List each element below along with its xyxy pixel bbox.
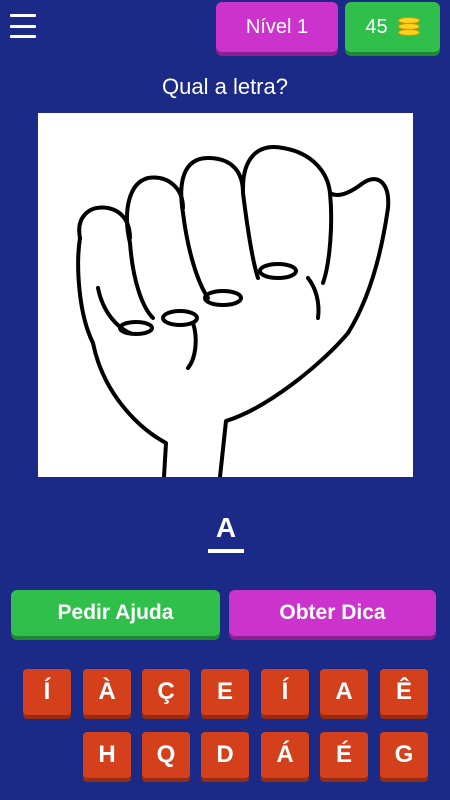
letter-key[interactable]: Í [261, 669, 309, 715]
letter-key[interactable]: Q [142, 732, 190, 778]
letter-key[interactable]: Í [23, 669, 71, 715]
level-button[interactable]: Nível 1 [216, 2, 338, 52]
get-hint-label: Obter Dica [279, 601, 386, 624]
level-label: Nível 1 [245, 15, 309, 38]
menu-bar [10, 14, 36, 17]
menu-bar [10, 35, 36, 38]
sign-image [38, 113, 413, 479]
menu-bar [10, 24, 36, 28]
ask-help-button[interactable]: Pedir Ajuda [11, 590, 220, 636]
letter-key[interactable]: É [320, 732, 368, 778]
letter-key[interactable]: G [380, 732, 428, 778]
answer-underline [208, 549, 244, 553]
answer-letter: A [215, 512, 237, 543]
letter-key[interactable]: A [320, 669, 368, 715]
hand-sign-icon [76, 145, 391, 479]
coins-count: 45 [365, 15, 388, 38]
letter-key[interactable]: À [83, 669, 131, 715]
coins-button[interactable]: 45 [345, 2, 440, 52]
ask-help-label: Pedir Ajuda [57, 601, 174, 624]
letter-key[interactable]: Á [261, 732, 309, 778]
letter-key[interactable]: Ê [380, 669, 428, 715]
get-hint-button[interactable]: Obter Dica [229, 590, 436, 636]
coin-stack-icon [397, 17, 420, 37]
letter-key[interactable]: E [201, 669, 249, 715]
letter-key[interactable]: D [201, 732, 249, 778]
letter-key[interactable]: H [83, 732, 131, 778]
question-text: Qual a letra? [162, 74, 288, 99]
menu-icon[interactable] [10, 14, 36, 38]
letter-key[interactable]: Ç [142, 669, 190, 715]
